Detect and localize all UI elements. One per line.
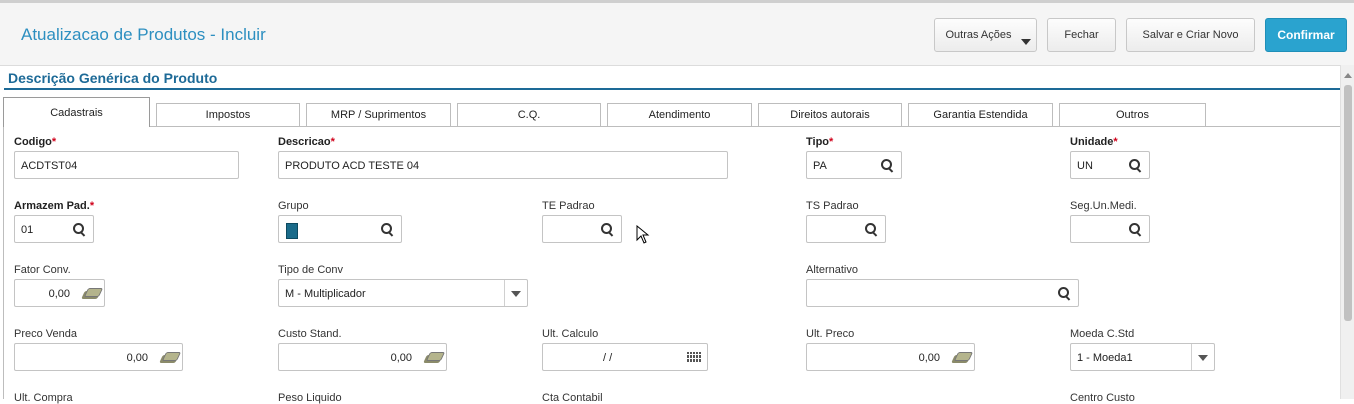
tipo-field[interactable]: PA	[806, 151, 902, 179]
descricao-value: PRODUTO ACD TESTE 04	[285, 160, 420, 172]
alternativo-field[interactable]	[806, 279, 1079, 307]
confirm-button[interactable]: Confirmar	[1265, 18, 1347, 52]
search-icon[interactable]	[1057, 286, 1071, 300]
search-icon[interactable]	[880, 158, 894, 172]
search-icon[interactable]	[1128, 158, 1142, 172]
required-marker: *	[829, 136, 834, 148]
seg-un-medi-label: Seg.Un.Medi.	[1070, 200, 1137, 212]
calculator-icon[interactable]	[953, 352, 971, 364]
calendar-icon[interactable]	[687, 352, 701, 363]
fator-conv-value: 0,00	[48, 288, 70, 300]
custo-stand-value: 0,00	[390, 352, 412, 364]
scroll-up-icon[interactable]	[1344, 73, 1352, 78]
seg-un-medi-field[interactable]	[1070, 215, 1150, 243]
te-padrao-field[interactable]	[542, 215, 622, 243]
alternativo-label: Alternativo	[806, 264, 858, 276]
vertical-scrollbar[interactable]	[1340, 65, 1354, 399]
fator-conv-field[interactable]: 0,00	[14, 279, 105, 307]
section-title: Descrição Genérica do Produto	[8, 70, 218, 86]
calculator-icon[interactable]	[83, 288, 101, 300]
cta-contabil-label: Cta Contabil	[542, 392, 603, 404]
ult-preco-field[interactable]: 0,00	[806, 343, 975, 371]
tipo-conv-label: Tipo de Conv	[278, 264, 344, 276]
page-title: Atualizacao de Produtos - Incluir	[21, 25, 266, 44]
save-and-new-button[interactable]: Salvar e Criar Novo	[1126, 18, 1255, 52]
unidade-field[interactable]: UN	[1070, 151, 1150, 179]
calculator-icon[interactable]	[161, 352, 179, 364]
codigo-label: Codigo*	[14, 136, 57, 148]
required-marker: *	[1113, 136, 1118, 148]
descricao-field[interactable]: PRODUTO ACD TESTE 04	[278, 151, 728, 179]
chevron-down-icon[interactable]	[1191, 344, 1214, 370]
tab-atendimento[interactable]: Atendimento	[607, 103, 752, 126]
grupo-field[interactable]	[278, 215, 402, 243]
mouse-cursor-icon	[636, 225, 650, 244]
ult-calculo-value: / /	[603, 352, 613, 364]
tipo-value: PA	[813, 160, 827, 172]
required-marker: *	[330, 136, 335, 148]
moeda-cstd-select[interactable]: 1 - Moeda1	[1070, 343, 1215, 371]
other-actions-button[interactable]: Outras Ações	[934, 18, 1037, 52]
header-bar: Atualizacao de Produtos - Incluir Outras…	[0, 3, 1354, 66]
required-marker: *	[51, 136, 57, 148]
codigo-value: ACDTST04	[21, 160, 78, 172]
codigo-field[interactable]: ACDTST04	[14, 151, 239, 179]
chevron-down-icon	[1021, 39, 1031, 45]
tipo-conv-value: M - Multiplicador	[285, 288, 366, 300]
search-icon[interactable]	[600, 222, 614, 236]
armazem-field[interactable]: 01	[14, 215, 94, 243]
text-caret	[286, 223, 298, 239]
peso-liquido-label: Peso Liquido	[278, 392, 342, 404]
grupo-label: Grupo	[278, 200, 309, 212]
moeda-cstd-value: 1 - Moeda1	[1077, 352, 1133, 364]
chevron-down-icon[interactable]	[504, 280, 527, 306]
unidade-label: Unidade*	[1070, 136, 1118, 148]
calculator-icon[interactable]	[425, 352, 443, 364]
required-marker: *	[89, 200, 95, 212]
tipo-label: Tipo*	[806, 136, 834, 148]
ult-preco-value: 0,00	[918, 352, 940, 364]
ult-calculo-label: Ult. Calculo	[542, 328, 599, 340]
scroll-thumb[interactable]	[1344, 85, 1352, 321]
search-icon[interactable]	[380, 222, 394, 236]
ts-padrao-label: TS Padrao	[806, 200, 859, 212]
tab-outros[interactable]: Outros	[1059, 103, 1206, 126]
ult-preco-label: Ult. Preco	[806, 328, 855, 340]
unidade-value: UN	[1077, 160, 1093, 172]
moeda-cstd-label: Moeda C.Std	[1070, 328, 1135, 340]
centro-custo-label: Centro Custo	[1070, 392, 1135, 404]
section-divider	[4, 88, 1340, 90]
search-icon[interactable]	[864, 222, 878, 236]
preco-venda-label: Preco Venda	[14, 328, 77, 340]
fator-conv-label: Fator Conv.	[14, 264, 71, 276]
armazem-value: 01	[21, 224, 34, 236]
tab-impostos[interactable]: Impostos	[156, 103, 300, 126]
tipo-conv-select[interactable]: M - Multiplicador	[278, 279, 528, 307]
armazem-label: Armazem Pad.*	[14, 200, 95, 212]
descricao-label: Descricao*	[278, 136, 335, 148]
preco-venda-value: 0,00	[126, 352, 148, 364]
tab-direitos-autorais[interactable]: Direitos autorais	[758, 103, 902, 126]
ts-padrao-field[interactable]	[806, 215, 886, 243]
close-button[interactable]: Fechar	[1047, 18, 1116, 52]
other-actions-label: Outras Ações	[945, 29, 1012, 41]
tab-cadastrais[interactable]: Cadastrais	[3, 97, 150, 127]
ult-calculo-field[interactable]: / /	[542, 343, 708, 371]
ult-compra-label: Ult. Compra	[14, 392, 73, 404]
preco-venda-field[interactable]: 0,00	[14, 343, 183, 371]
custo-stand-field[interactable]: 0,00	[278, 343, 447, 371]
tab-cq[interactable]: C.Q.	[457, 103, 601, 126]
search-icon[interactable]	[72, 222, 86, 236]
tab-garantia-estendida[interactable]: Garantia Estendida	[908, 103, 1053, 126]
custo-stand-label: Custo Stand.	[278, 328, 342, 340]
te-padrao-label: TE Padrao	[542, 200, 595, 212]
search-icon[interactable]	[1128, 222, 1142, 236]
tab-mrp-suprimentos[interactable]: MRP / Suprimentos	[306, 103, 451, 126]
